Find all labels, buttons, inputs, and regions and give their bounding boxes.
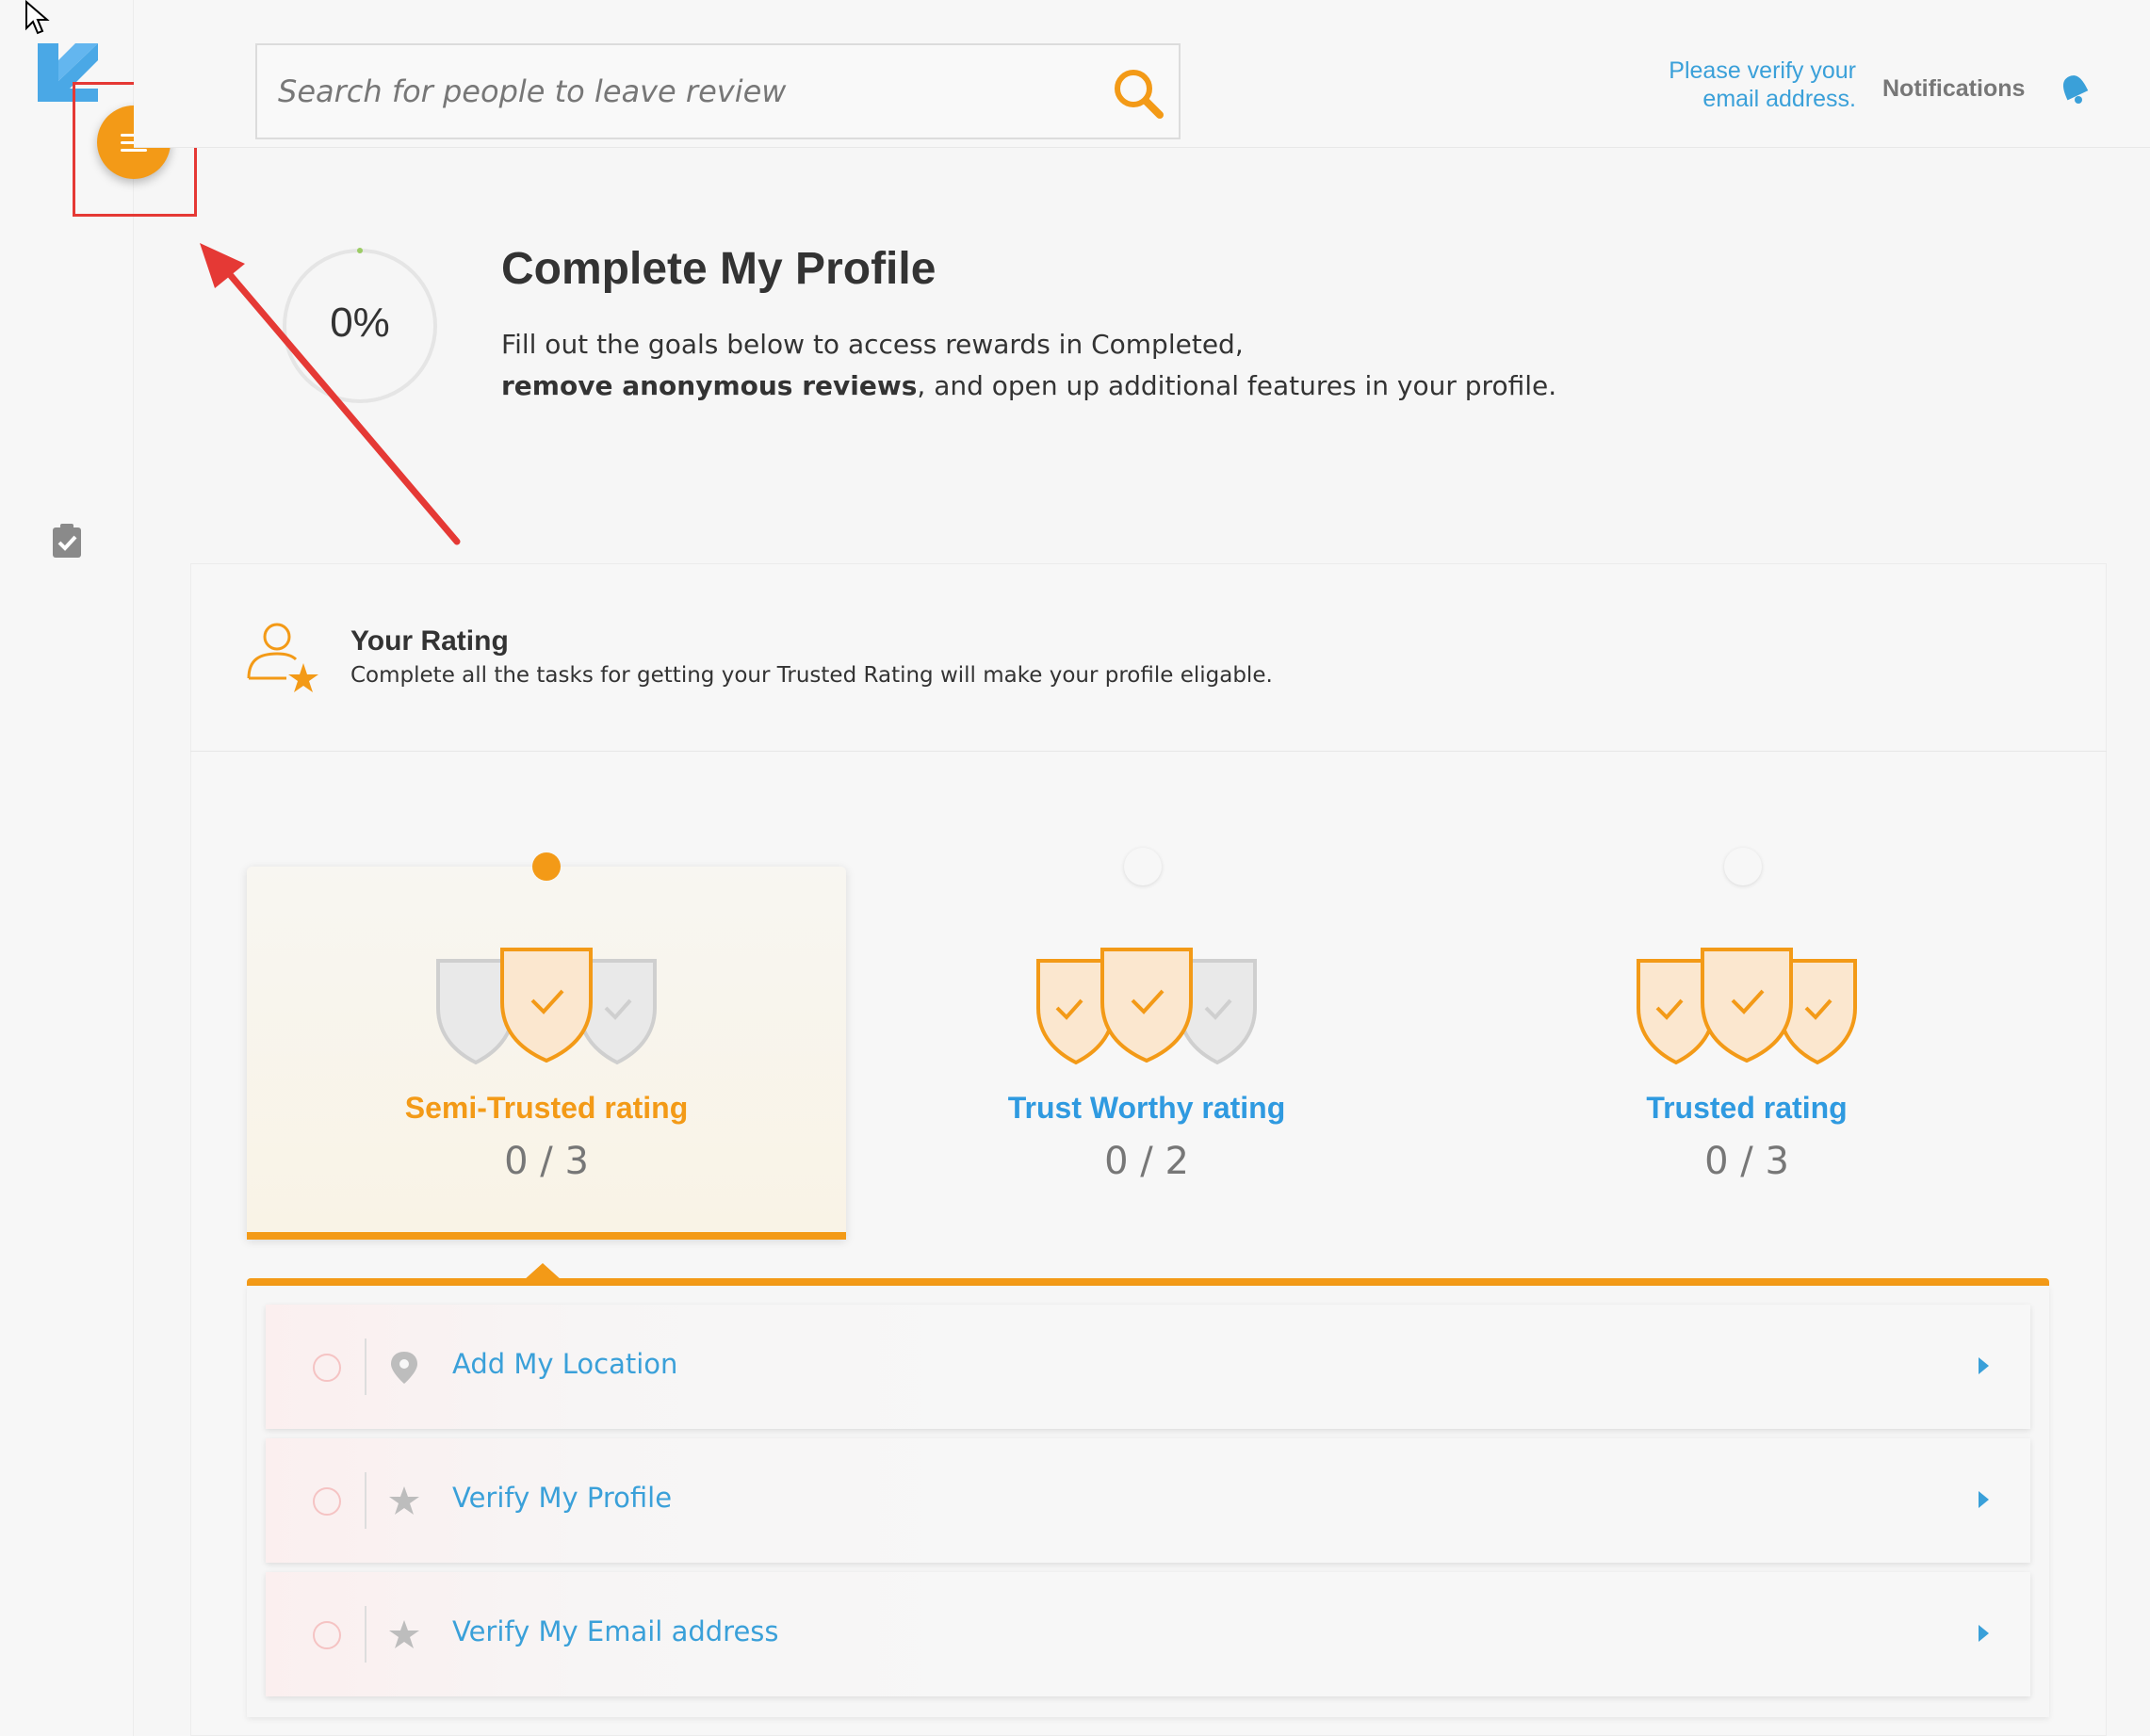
profile-description: Fill out the goals below to access rewar…: [501, 324, 1632, 407]
task-accent-bar: [247, 1278, 2049, 1286]
tier-trusted[interactable]: Trusted rating 0 / 3: [1447, 848, 2046, 1240]
task-list: Add My Location Verify My Profile Verify…: [247, 1286, 2049, 1717]
task-item-verify-email[interactable]: Verify My Email address: [266, 1572, 2030, 1696]
rating-subtitle: Complete all the tasks for getting your …: [350, 663, 1273, 688]
task-status-radio[interactable]: [313, 1354, 341, 1382]
task-item-verify-profile[interactable]: Verify My Profile: [266, 1438, 2030, 1563]
shields-icon: [436, 948, 657, 1065]
divider: [190, 751, 2107, 752]
tier-indicator-dot: [1724, 848, 1762, 885]
tier-name: Trust Worthy rating: [1007, 1091, 1286, 1125]
left-sidebar: [0, 0, 134, 1736]
tier-count: 0 / 3: [1704, 1140, 1789, 1183]
task-label[interactable]: Verify My Email address: [452, 1615, 779, 1647]
separator: [365, 1339, 366, 1395]
notifications-label[interactable]: Notifications: [1882, 75, 2025, 103]
task-label[interactable]: Verify My Profile: [452, 1482, 672, 1514]
search-bar[interactable]: [255, 43, 1181, 139]
description-bold: remove anonymous reviews: [501, 370, 918, 401]
tier-semi-trusted[interactable]: Semi-Trusted rating 0 / 3: [247, 852, 846, 1240]
search-icon[interactable]: [1111, 66, 1165, 121]
separator: [365, 1472, 366, 1529]
task-item-add-location[interactable]: Add My Location: [266, 1305, 2030, 1429]
separator: [365, 1606, 366, 1663]
chevron-right-icon[interactable]: [1979, 1357, 1989, 1374]
tier-indicator-dot: [1124, 848, 1162, 885]
mouse-cursor-icon: [25, 0, 50, 35]
task-status-radio[interactable]: [313, 1487, 341, 1516]
tier-trust-worthy[interactable]: Trust Worthy rating 0 / 2: [847, 848, 1446, 1240]
shields-icon: [1036, 948, 1257, 1065]
chevron-right-icon[interactable]: [1979, 1625, 1989, 1642]
search-input[interactable]: [278, 73, 1088, 109]
rating-title: Your Rating: [350, 625, 509, 657]
description-rest: , and open up additional features in you…: [917, 370, 1557, 401]
description-line-1: Fill out the goals below to access rewar…: [501, 329, 1244, 360]
tier-count: 0 / 2: [1104, 1140, 1189, 1183]
tier-name: Trusted rating: [1646, 1091, 1848, 1125]
annotation-arrow: [200, 243, 461, 545]
bell-icon[interactable]: [2058, 72, 2090, 105]
user-star-icon: [247, 623, 318, 692]
verify-email-link[interactable]: Please verify your email address.: [1647, 57, 1856, 113]
shields-icon: [1637, 948, 1857, 1065]
task-status-radio[interactable]: [313, 1621, 341, 1649]
clipboard-check-icon[interactable]: [51, 522, 83, 560]
star-icon: [389, 1620, 419, 1648]
tier-count: 0 / 3: [504, 1140, 589, 1183]
page-title: Complete My Profile: [501, 244, 937, 294]
tier-indicator-dot: [532, 852, 561, 881]
location-pin-icon: [391, 1352, 417, 1384]
tier-name: Semi-Trusted rating: [404, 1091, 689, 1125]
task-label[interactable]: Add My Location: [452, 1348, 677, 1380]
star-icon: [389, 1486, 419, 1515]
chevron-right-icon[interactable]: [1979, 1491, 1989, 1508]
